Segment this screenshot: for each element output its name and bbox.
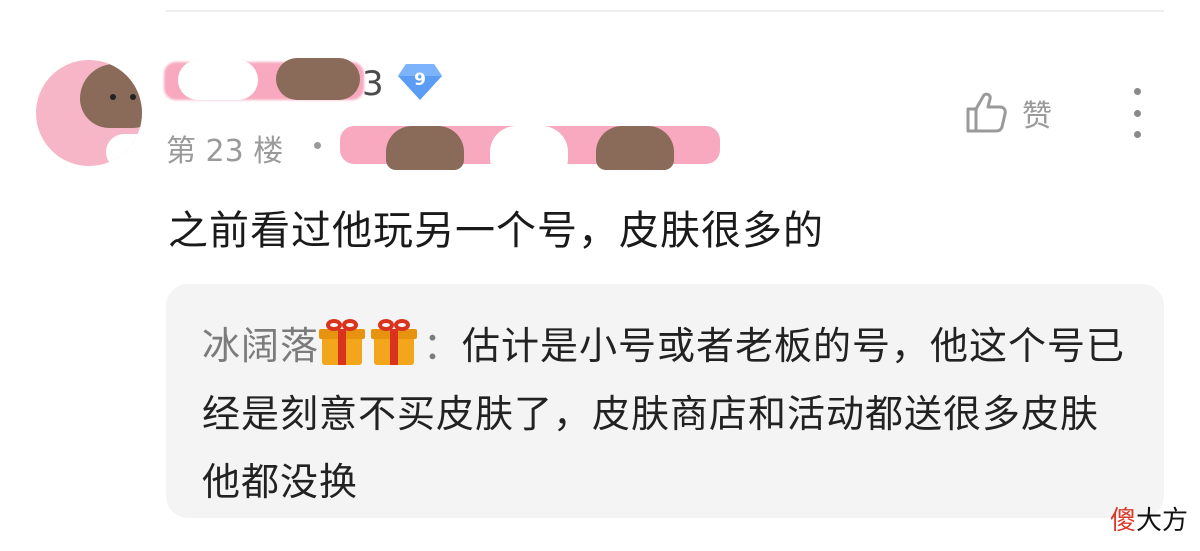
reply-box[interactable]: 冰阔落 ：估计是小号或者老板的号，他这个号已经是刻意不买皮肤了，皮肤商店和活动都送…	[166, 284, 1164, 518]
avatar[interactable]	[36, 60, 142, 166]
avatar-cloud	[106, 134, 142, 166]
thumbs-up-icon	[966, 92, 1007, 133]
floor-label: 第 23 楼	[166, 134, 284, 169]
floor-separator-dot	[314, 142, 321, 149]
reply-separator: ：	[423, 324, 463, 368]
gift-icon	[371, 319, 418, 367]
level-number: 9	[414, 70, 426, 90]
redacted-info	[340, 122, 720, 172]
like-button[interactable]: 赞	[962, 86, 1072, 140]
watermark: 傻大方	[1110, 506, 1189, 536]
top-divider	[166, 10, 1164, 12]
gift-icon	[319, 319, 366, 367]
level-badge-icon: 9	[396, 62, 444, 102]
username[interactable]: 3	[164, 56, 384, 106]
comment-screen: 3 9 第 23 楼 赞 之前看过他玩另一个号，皮肤很多的 冰阔落 ：估计是小号或…	[0, 0, 1200, 551]
reply-author[interactable]: 冰阔落	[202, 324, 319, 368]
reply-content: 冰阔落 ：估计是小号或者老板的号，他这个号已经是刻意不买皮肤了，皮肤商店和活动都送…	[202, 312, 1128, 516]
username-suffix: 3	[362, 64, 384, 104]
more-vertical-icon[interactable]	[1120, 86, 1154, 140]
avatar-bear	[80, 64, 142, 128]
like-label: 赞	[1022, 99, 1052, 134]
comment-text: 之前看过他玩另一个号，皮肤很多的	[168, 208, 824, 254]
